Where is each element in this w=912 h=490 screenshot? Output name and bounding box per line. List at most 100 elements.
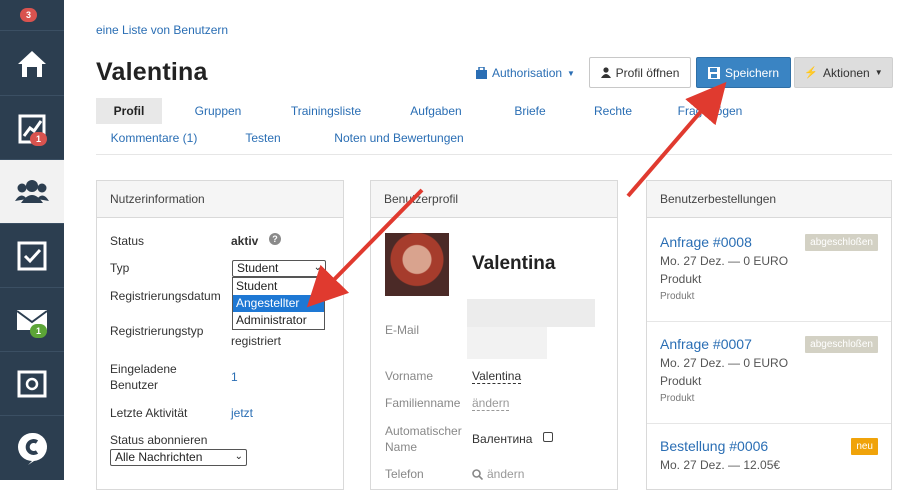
type-select[interactable]: Student ⌄ [232,260,326,277]
order-title-0006[interactable]: Bestellung #0006 [660,438,768,454]
sidebar: 3 1 1 [0,0,64,480]
mail-badge: 1 [30,324,48,338]
order-title-0008[interactable]: Anfrage #0008 [660,234,752,250]
help-icon[interactable]: ? [269,233,281,245]
sidebar-item-safe[interactable] [0,352,64,416]
tab-kommentare[interactable]: Kommentare (1) [106,125,202,151]
email-label: E-Mail [385,323,420,337]
logo-icon [18,432,48,465]
order-line-0006: Mo. 27 Dez. — 12.05€ [660,458,781,472]
subscribe-label: Status abonnieren [110,433,208,447]
tab-frageboegen[interactable]: Fragebögen [671,98,749,124]
order-title-0007[interactable]: Anfrage #0007 [660,336,752,352]
open-profile-label: Profil öffnen [615,65,680,80]
reports-badge: 1 [30,132,48,146]
order-divider [647,321,891,322]
tab-testen[interactable]: Testen [238,125,288,151]
user-info-panel: Nutzerinformation Status aktiv ? Typ Stu… [96,180,344,490]
status-badge-0007: abgeschloßen [805,336,878,353]
search-icon [472,468,483,480]
tab-aufgaben[interactable]: Aufgaben [401,98,471,124]
sidebar-top[interactable]: 3 [0,0,64,31]
tabs-divider [96,154,892,155]
order-line-0007: Mo. 27 Dez. — 0 EURO [660,356,789,370]
phone-label: Telefon [385,467,424,481]
order-sub-0008: Produkt [660,291,695,302]
order-line-0008: Mo. 27 Dez. — 0 EURO [660,254,789,268]
sidebar-item-logo[interactable] [0,416,64,480]
invited-label: Eingeladene Benutzer [110,362,177,392]
order-divider [647,423,891,424]
autoname-label: Automatischer Name [385,424,462,454]
autoname-checkbox[interactable] [543,432,553,442]
type-label: Typ [110,261,130,275]
reg-date-label: Registrierungsdatum [110,289,221,303]
status-value: aktiv [231,234,259,248]
status-badge-0008: abgeschloßen [805,234,878,251]
invited-value-link[interactable]: 1 [231,370,238,384]
actions-label: Aktionen [823,65,870,80]
autoname-value: Валентина [472,432,533,446]
phone-edit[interactable]: ändern [472,467,524,481]
sidebar-item-home[interactable] [0,32,64,96]
avatar [385,233,449,296]
open-profile-button[interactable]: Profil öffnen [589,57,691,88]
sidebar-item-tasks[interactable] [0,224,64,288]
user-icon [600,67,611,78]
firstname-value[interactable]: Valentina [472,369,522,384]
page-title: Valentina [96,58,208,86]
home-icon [18,50,46,77]
last-activity-value: jetzt [231,406,254,420]
tab-trainingsliste[interactable]: Trainingsliste [278,98,374,124]
save-button[interactable]: Speichern [696,57,791,88]
firstname-label: Vorname [385,369,434,383]
order-product-0007: Produkt [660,374,702,388]
tab-rechte[interactable]: Rechte [583,98,643,124]
type-dropdown-list[interactable]: Student Angestellter Administrator [232,277,325,330]
subscribe-select[interactable]: Alle Nachrichten ⌄ [110,449,247,466]
type-option-angestellter[interactable]: Angestellter [233,295,324,312]
profile-panel: Benutzerprofil Valentina E-Mail Vorname … [370,180,618,490]
actions-button[interactable]: ⚡ Aktionen ▼ [794,57,893,88]
status-badge-0006: neu [851,438,878,455]
tab-profil[interactable]: Profil [96,98,162,124]
type-selected: Student [237,261,279,275]
blurred-email-block [467,299,595,327]
authorisation-label: Authorisation [492,66,563,80]
user-info-heading: Nutzerinformation [97,181,343,218]
lastname-edit[interactable]: ändern [472,396,510,411]
type-option-student[interactable]: Student [233,278,324,295]
sidebar-item-mail[interactable]: 1 [0,288,64,352]
main-content: eine Liste von Benutzern Valentina Autho… [64,0,912,490]
orders-panel: Benutzerbestellungen Anfrage #0008 abges… [646,180,892,490]
last-activity-label: Letzte Aktivität [110,406,188,420]
sidebar-item-users[interactable] [0,160,64,224]
reg-type-value: registriert [231,334,282,348]
subscribe-selected: Alle Nachrichten [115,450,203,464]
tab-gruppen[interactable]: Gruppen [182,98,254,124]
sidebar-item-reports[interactable]: 1 [0,96,64,160]
type-option-administrator[interactable]: Administrator [233,312,324,329]
status-label: Status [110,234,145,248]
order-product-0008: Produkt [660,272,702,286]
safe-icon [17,370,47,397]
notification-badge: 3 [20,8,38,22]
profile-name: Valentina [472,253,556,274]
orders-heading: Benutzerbestellungen [647,181,891,218]
tab-noten-und-bewertungen[interactable]: Noten und Bewertungen [326,125,472,151]
bolt-icon: ⚡ [804,67,819,79]
caret-down-icon: ▼ [874,68,883,77]
profile-heading: Benutzerprofil [371,181,617,218]
chevron-down-icon: ⌄ [234,451,243,462]
blurred-email-block-2 [467,327,547,359]
authorisation-dropdown[interactable]: Authorisation ▼ [476,66,575,80]
lastname-label: Familienname [385,396,461,410]
briefcase-icon [476,67,487,79]
chevron-down-icon: ⌄ [313,262,322,273]
tasks-icon [17,241,47,270]
users-icon [15,179,49,203]
floppy-disk-icon [707,66,720,79]
tab-briefe[interactable]: Briefe [500,98,560,124]
breadcrumb[interactable]: eine Liste von Benutzern [96,23,228,37]
phone-edit-label: ändern [487,467,525,481]
